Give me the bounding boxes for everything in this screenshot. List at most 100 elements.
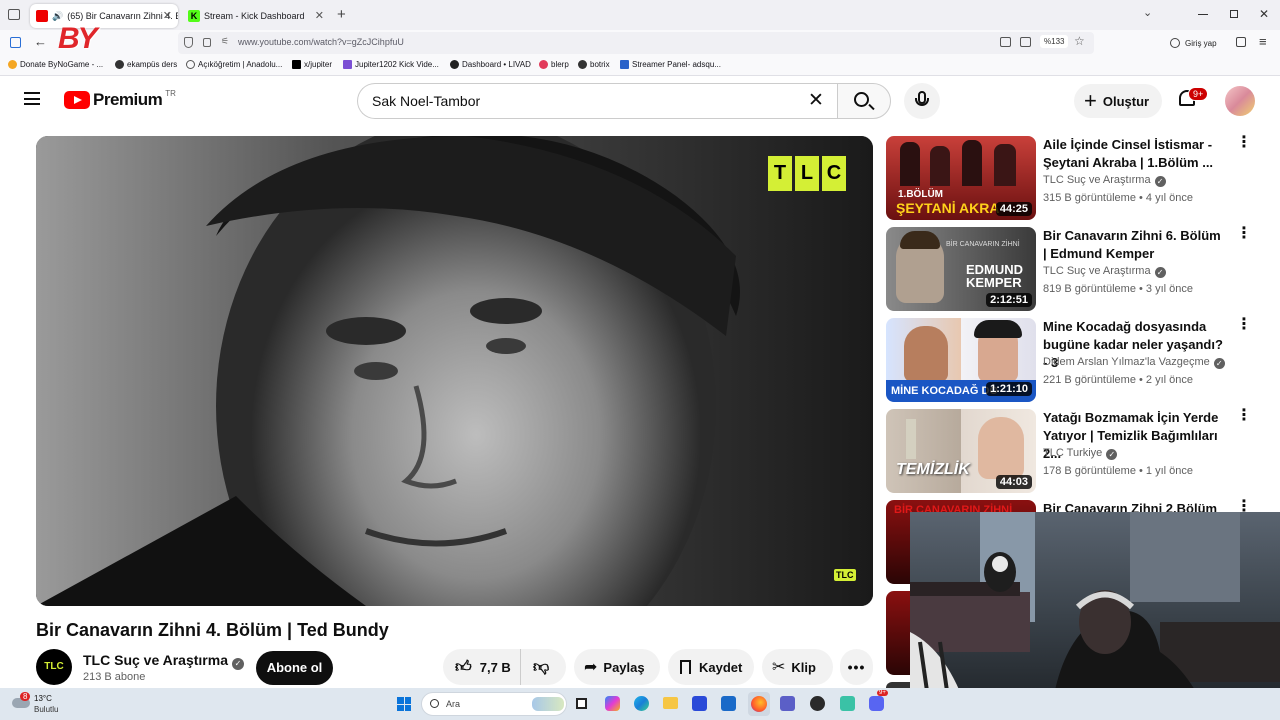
search-input[interactable]: Sak Noel-Tambor ✕ [357, 83, 837, 119]
tlc-logo: T L C [768, 156, 846, 191]
recommendation-item[interactable]: TEMİZLİK 44:03 Yatağı Bozmamak İçin Yerd… [886, 408, 1276, 493]
save-button[interactable]: Kaydet [668, 649, 754, 685]
youtube-play-icon [64, 91, 90, 109]
recommendation-title[interactable]: Aile İçinde Cinsel İstismar - Şeytani Ak… [1043, 136, 1223, 172]
recommendation-title[interactable]: Bir Canavarın Zihni 6. Bölüm | Edmund Ke… [1043, 227, 1223, 263]
menu-icon[interactable]: ≡ [1259, 34, 1267, 49]
bookmark-item[interactable]: blerp [539, 60, 569, 69]
video-title: Bir Canavarın Zihni 4. Bölüm | Ted Bundy [36, 620, 389, 640]
avatar[interactable] [1225, 86, 1255, 116]
obs-icon[interactable] [810, 696, 825, 711]
minimize-icon[interactable] [1198, 14, 1208, 15]
video-thumbnail[interactable]: 1.BÖLÜM ŞEYTANİ AKRA 44:25 [886, 136, 1036, 220]
speaker-icon[interactable]: 🔊 [52, 11, 63, 22]
more-options-icon[interactable]: ⋮ [1236, 499, 1252, 515]
bookmarks-toolbar: Donate ByNoGame - ... ekampüs ders Açıkö… [0, 56, 1280, 76]
back-icon[interactable]: ← [34, 34, 47, 49]
thumbnail-caption: ŞEYTANİ AKRA [896, 200, 1000, 216]
thumbs-down-icon: 👎︎ [533, 658, 550, 676]
account-button[interactable]: Giriş yap [1170, 33, 1217, 53]
file-explorer-icon[interactable] [663, 697, 678, 709]
bookmark-item[interactable]: botrix [578, 60, 610, 69]
bookmark-star-icon[interactable]: ☆ [1074, 34, 1085, 48]
taskbar-search-input[interactable]: Ara [421, 692, 567, 716]
more-options-icon[interactable]: ⋮ [1236, 135, 1252, 151]
globe-icon [186, 60, 195, 69]
permissions-icon[interactable]: ⚟ [221, 36, 229, 47]
search-highlight-icon [532, 697, 564, 711]
bookmark-item[interactable]: ekampüs ders [115, 60, 177, 69]
recommendation-channel[interactable]: TLC Turkiye ✓ [1043, 447, 1118, 460]
close-tab-icon[interactable]: ✕ [315, 9, 324, 22]
recommendation-item[interactable]: MİNE KOCADAĞ DO 1:21:10 Mine Kocadağ dos… [886, 317, 1276, 402]
outlook-icon[interactable] [721, 696, 736, 711]
channel-avatar[interactable]: TLC [36, 649, 72, 685]
tab-label: Stream - Kick Dashboard [204, 11, 305, 21]
more-options-icon[interactable]: ⋮ [1236, 226, 1252, 242]
more-actions-button[interactable]: ••• [840, 649, 873, 685]
tab-overview-icon[interactable] [8, 9, 20, 20]
recommendation-item[interactable]: 1.BÖLÜM ŞEYTANİ AKRA 44:25 Aile İçinde C… [886, 135, 1276, 220]
sidebar-icon[interactable] [10, 37, 21, 48]
like-button[interactable]: 👍︎ 7,7 B [443, 649, 521, 685]
discord-icon[interactable]: 9+ [869, 690, 888, 711]
app-icon[interactable] [840, 696, 855, 711]
tab-kick-dashboard[interactable]: K Stream - Kick Dashboard ✕ [182, 4, 330, 28]
clear-search-icon[interactable]: ✕ [808, 89, 824, 112]
teams-icon[interactable] [780, 696, 795, 711]
clip-button[interactable]: ✂ Klip [762, 649, 833, 685]
close-window-icon[interactable]: ✕ [1259, 7, 1269, 21]
weather-widget[interactable]: 8 13°C Bulutlu [12, 692, 92, 716]
bookmark-item[interactable]: Açıköğretim | Anadolu... [186, 60, 282, 69]
share-button[interactable]: ➦ Paylaş [574, 649, 660, 685]
bookmark-item[interactable]: Streamer Panel- adsqu... [620, 60, 721, 69]
recommendation-channel[interactable]: TLC Suç ve Araştırma ✓ [1043, 174, 1166, 187]
store-icon[interactable] [692, 696, 707, 711]
subscribe-button[interactable]: Abone ol [256, 651, 333, 685]
duration-badge: 44:03 [995, 475, 1032, 489]
recommendation-meta: 178 B görüntüleme • 1 yıl önce [1043, 465, 1193, 477]
copilot-icon[interactable] [605, 696, 620, 711]
search-button[interactable] [837, 83, 891, 119]
lock-icon[interactable] [203, 38, 211, 47]
video-thumbnail[interactable]: MİNE KOCADAĞ DO 1:21:10 [886, 318, 1036, 402]
verified-icon: ✓ [1154, 267, 1166, 278]
bookmark-item[interactable]: Jupiter1202 Kick Vide... [343, 60, 439, 69]
recommendation-channel[interactable]: Didem Arslan Yılmaz'la Vazgeçme ✓ [1043, 356, 1225, 369]
recommendation-item[interactable]: BİR CANAVARIN ZİHNİ EDMUND KEMPER 2:12:5… [886, 226, 1276, 311]
guide-menu-icon[interactable] [24, 92, 40, 105]
maximize-icon[interactable] [1230, 10, 1238, 18]
new-tab-button[interactable]: + [337, 6, 346, 23]
reader-view-icon[interactable] [1000, 37, 1011, 47]
more-options-icon[interactable]: ⋮ [1236, 408, 1252, 424]
video-player[interactable]: T L C TLC [36, 136, 873, 606]
tab-youtube[interactable]: 🔊 (65) Bir Canavarın Zihni 4. B ✕ [30, 4, 178, 28]
tracking-shield-icon[interactable] [184, 37, 193, 48]
address-bar[interactable]: ⚟ www.youtube.com/watch?v=gZcJCihpfuU %1… [178, 32, 1094, 54]
edge-icon[interactable] [634, 696, 649, 711]
dislike-button[interactable]: 👎︎ [533, 658, 549, 677]
save-page-icon[interactable] [1020, 37, 1031, 47]
extensions-icon[interactable] [1236, 37, 1246, 47]
more-options-icon[interactable]: ⋮ [1236, 317, 1252, 333]
bookmark-favicon-icon [115, 60, 124, 69]
bookmark-item[interactable]: x/jupiter [292, 60, 332, 69]
task-view-icon[interactable] [576, 698, 587, 709]
bookmark-item[interactable]: Dashboard • LIVAD [450, 60, 531, 69]
notifications-button[interactable]: 9+ [1176, 87, 1209, 114]
recommendation-channel[interactable]: TLC Suç ve Araştırma ✓ [1043, 265, 1166, 278]
video-thumbnail[interactable]: TEMİZLİK 44:03 [886, 409, 1036, 493]
create-button[interactable]: + Oluştur [1074, 84, 1162, 118]
voice-search-button[interactable] [904, 83, 940, 119]
firefox-icon[interactable] [748, 692, 770, 716]
youtube-logo[interactable]: Premium TR [64, 89, 176, 110]
start-icon[interactable] [397, 697, 411, 711]
list-tabs-icon[interactable]: ⌄ [1143, 6, 1152, 19]
bookmark-item[interactable]: Donate ByNoGame - ... [8, 60, 103, 69]
zoom-level[interactable]: %133 [1040, 35, 1069, 48]
channel-name[interactable]: TLC Suç ve Araştırma ✓ [83, 652, 244, 670]
taskbar: 8 13°C Bulutlu Ara 9+ [0, 688, 1280, 720]
url-text: www.youtube.com/watch?v=gZcJCihpfuU [238, 37, 404, 47]
video-thumbnail[interactable]: BİR CANAVARIN ZİHNİ EDMUND KEMPER 2:12:5… [886, 227, 1036, 311]
close-tab-icon[interactable]: ✕ [163, 9, 172, 22]
